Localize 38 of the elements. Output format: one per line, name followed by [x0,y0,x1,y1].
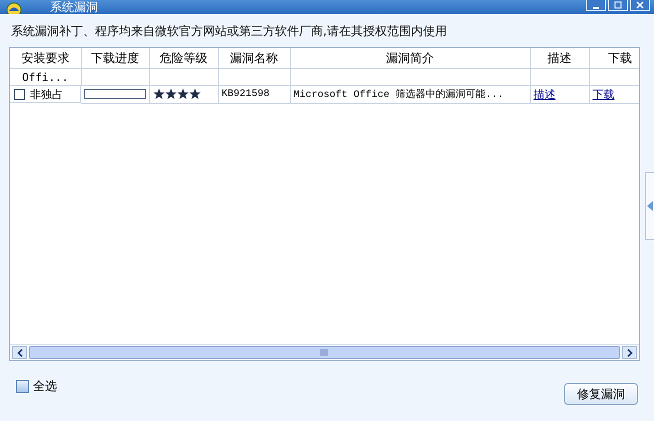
describe-link[interactable]: 描述 [534,88,556,101]
horizontal-scrollbar[interactable] [10,344,639,360]
column-header[interactable]: 漏洞名称 [218,48,290,68]
star-icon [188,88,200,100]
checkbox[interactable] [14,88,25,100]
table-cell: KB921598 [218,86,290,103]
column-header[interactable]: 下载 [589,48,639,68]
triangle-left-icon [647,201,653,211]
maximize-icon [614,1,622,9]
column-header[interactable]: 危险等级 [149,48,218,68]
chevron-right-icon [626,348,632,356]
window-title: 系统漏洞 [50,0,98,14]
maximize-button[interactable] [608,0,628,11]
close-button[interactable] [630,0,650,11]
fix-vulnerability-button[interactable]: 修复漏洞 [564,383,638,405]
star-icon [164,88,176,100]
column-header[interactable]: 下载进度 [81,48,149,68]
download-link[interactable]: 下载 [592,88,614,101]
group-label[interactable]: Offi... [10,68,81,86]
column-header[interactable]: 描述 [530,48,589,68]
requirement-text: 非独占 [30,86,63,102]
select-all-checkbox[interactable] [16,380,29,392]
scroll-thumb[interactable] [29,346,620,359]
star-icon [176,88,188,100]
close-icon [636,1,644,9]
column-header[interactable]: 安装要求 [10,48,81,68]
scroll-left-button[interactable] [12,346,27,359]
table-cell: Microsoft Office 筛选器中的漏洞可能... [290,86,530,103]
scroll-right-button[interactable] [622,346,637,359]
star-icon [152,88,164,100]
column-header[interactable]: 漏洞简介 [290,48,530,68]
notice-text: 系统漏洞补丁、程序均来自微软官方网站或第三方软件厂商,请在其授权范围内使用 [10,23,448,40]
chevron-left-icon [16,348,22,356]
select-all-label: 全选 [33,378,57,394]
minimize-button[interactable] [586,0,606,11]
app-logo-icon [6,2,22,14]
side-panel-toggle[interactable] [645,172,654,240]
grip-icon [320,349,329,356]
